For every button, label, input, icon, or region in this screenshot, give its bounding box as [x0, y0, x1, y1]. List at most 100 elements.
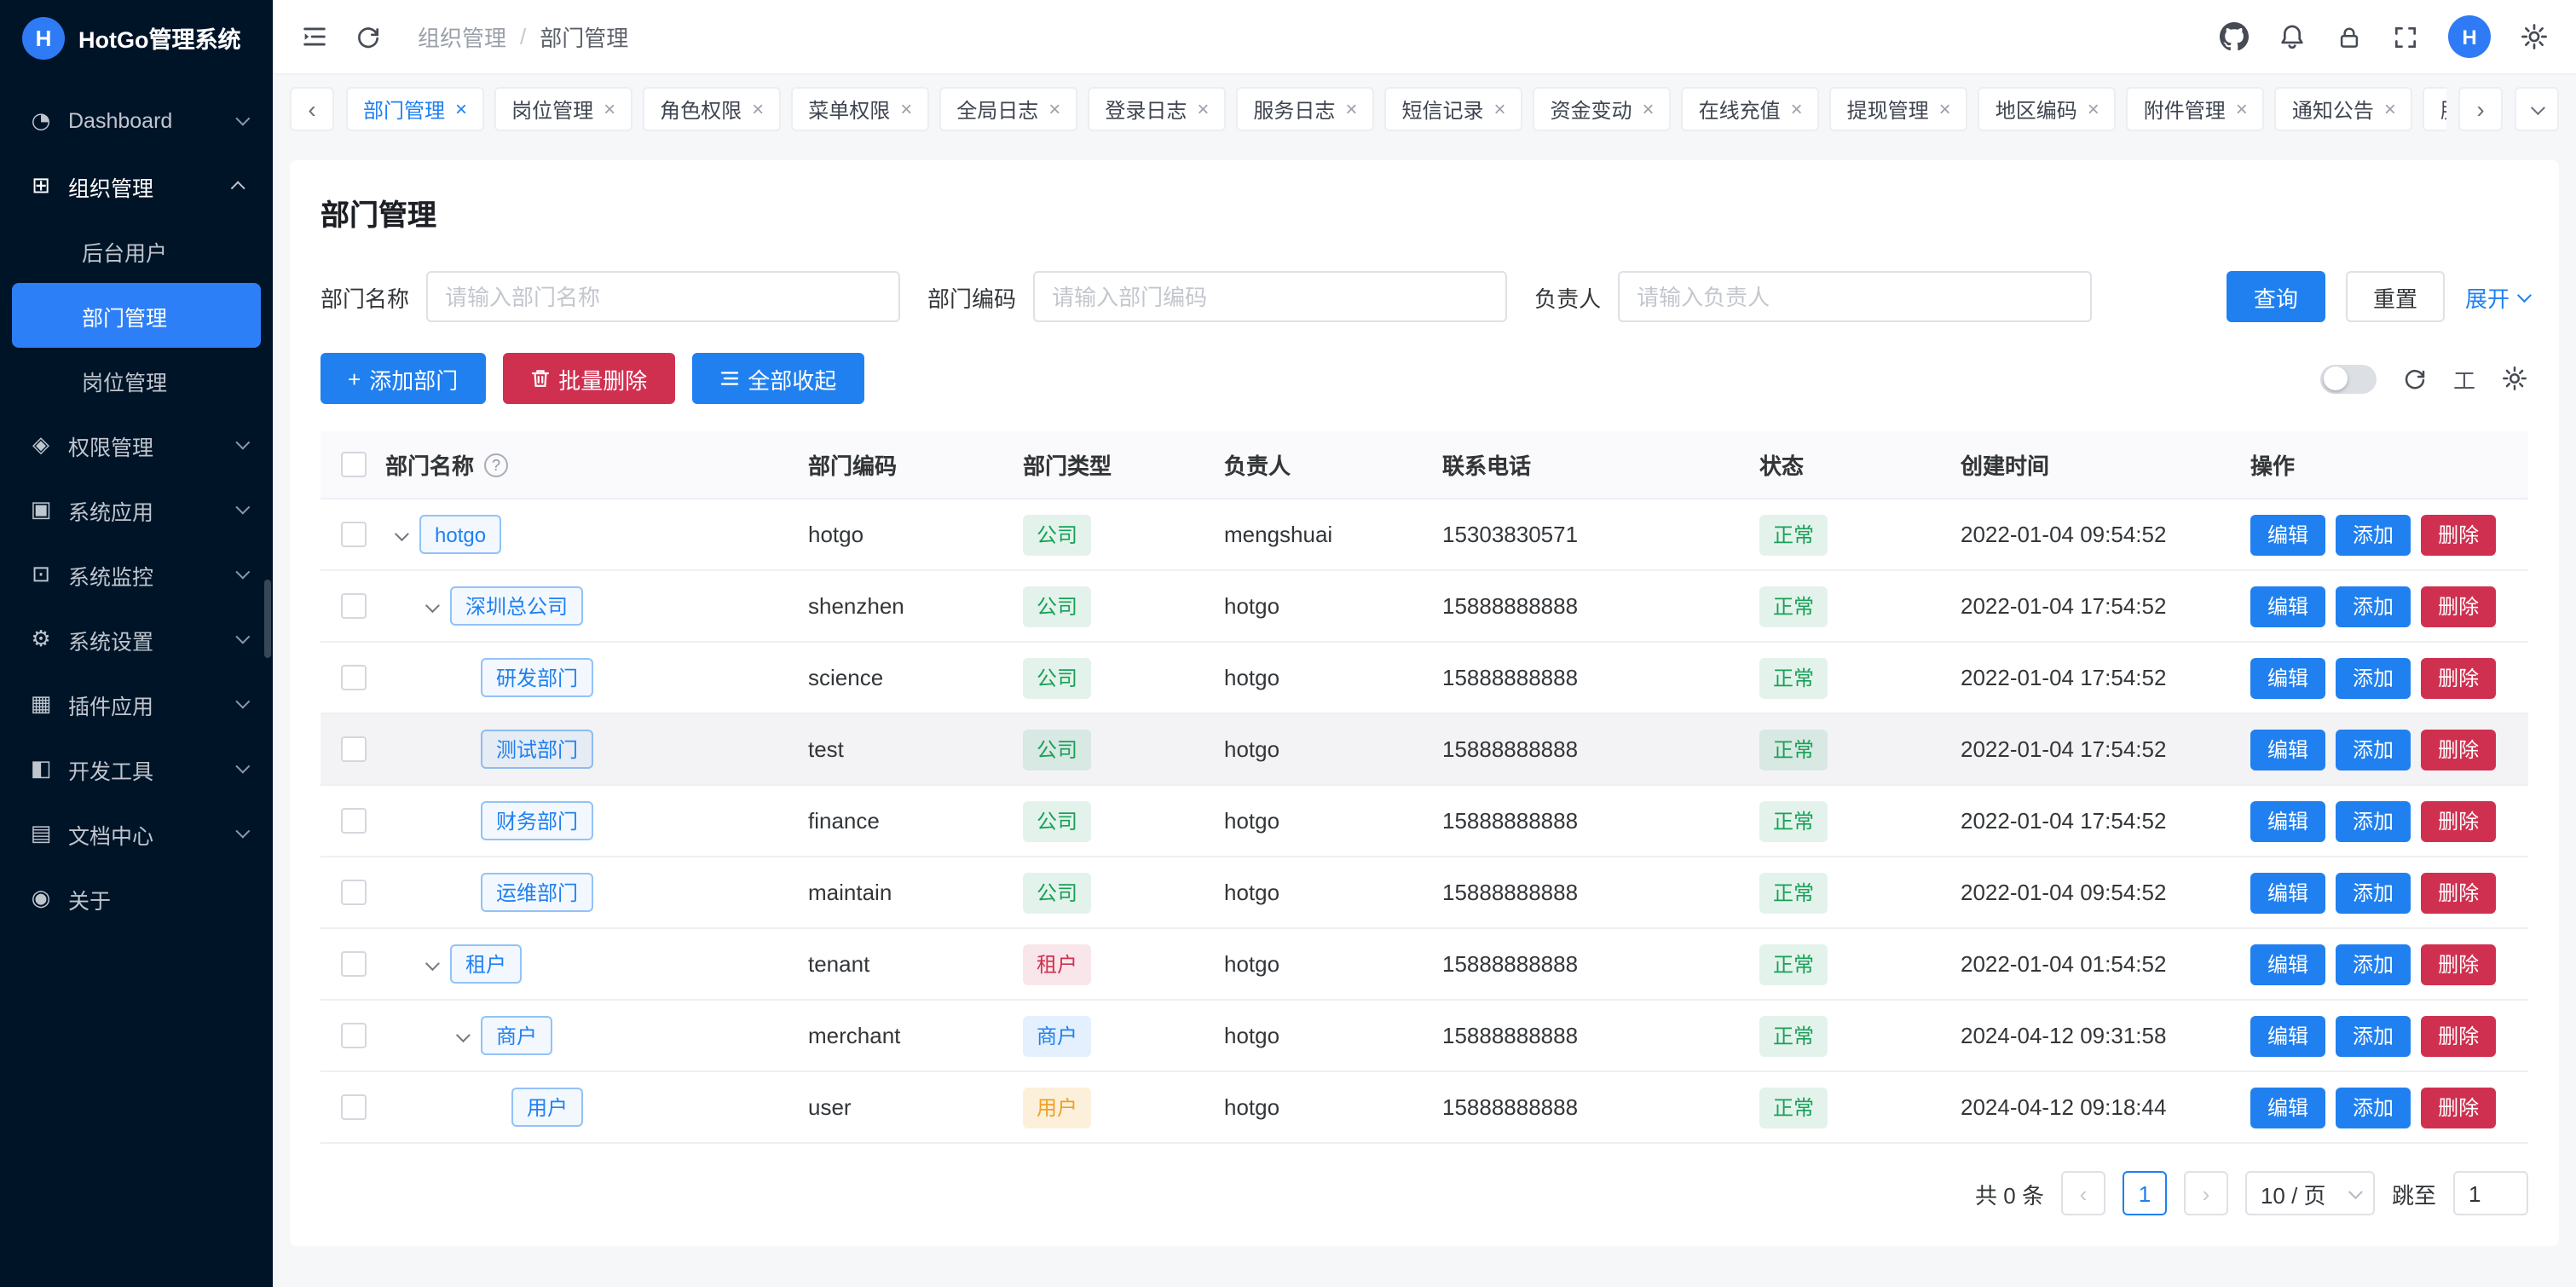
- jump-page-input[interactable]: [2453, 1171, 2528, 1215]
- search-input[interactable]: [1033, 271, 1507, 322]
- add-button[interactable]: 添加: [2336, 729, 2411, 770]
- tab-close-icon[interactable]: ×: [1939, 99, 1951, 119]
- sidebar-item[interactable]: 岗位管理: [0, 348, 273, 413]
- tab[interactable]: 提现管理 ×: [1830, 87, 1968, 131]
- expand-arrow-icon[interactable]: [416, 959, 447, 969]
- tab-close-icon[interactable]: ×: [1493, 99, 1505, 119]
- sidebar-item[interactable]: ◉ 关于: [0, 866, 273, 931]
- tab-close-icon[interactable]: ×: [2384, 99, 2396, 119]
- sidebar-item[interactable]: 部门管理: [12, 283, 261, 348]
- row-checkbox[interactable]: [340, 1094, 366, 1120]
- search-input[interactable]: [426, 271, 900, 322]
- tab[interactable]: 登录日志 ×: [1088, 87, 1226, 131]
- edit-button[interactable]: 编辑: [2250, 944, 2325, 984]
- tab[interactable]: 服务日志 ×: [1236, 87, 1374, 131]
- department-name-tag[interactable]: 财务部门: [481, 801, 593, 840]
- sidebar-scrollbar[interactable]: [264, 580, 271, 658]
- sidebar-item[interactable]: ▦ 插件应用: [0, 672, 273, 736]
- tab-close-icon[interactable]: ×: [2236, 99, 2248, 119]
- striped-rows-icon[interactable]: 工: [2453, 362, 2475, 395]
- bell-icon[interactable]: [2278, 22, 2307, 51]
- refresh-icon[interactable]: [355, 23, 382, 50]
- department-name-tag[interactable]: 租户: [450, 944, 522, 984]
- tabs-dropdown-button[interactable]: [2515, 87, 2559, 131]
- sidebar-item[interactable]: ⚙ 系统设置: [0, 607, 273, 672]
- sidebar-item[interactable]: ▤ 文档中心: [0, 801, 273, 866]
- sidebar-item[interactable]: ◈ 权限管理: [0, 413, 273, 477]
- tab-close-icon[interactable]: ×: [1791, 99, 1803, 119]
- tab[interactable]: 通知公告 ×: [2275, 87, 2413, 131]
- menu-fold-icon[interactable]: [300, 22, 329, 51]
- row-checkbox[interactable]: [340, 736, 366, 762]
- delete-button[interactable]: 删除: [2421, 872, 2496, 913]
- row-checkbox[interactable]: [340, 880, 366, 905]
- edit-button[interactable]: 编辑: [2250, 872, 2325, 913]
- avatar[interactable]: H: [2448, 15, 2491, 58]
- lock-icon[interactable]: [2336, 23, 2363, 50]
- sidebar-item[interactable]: ▣ 系统应用: [0, 477, 273, 542]
- tab-close-icon[interactable]: ×: [2088, 99, 2099, 119]
- add-button[interactable]: 添加: [2336, 1087, 2411, 1128]
- edit-button[interactable]: 编辑: [2250, 1015, 2325, 1056]
- sidebar-item[interactable]: ⊡ 系统监控: [0, 542, 273, 607]
- add-button[interactable]: 添加: [2336, 514, 2411, 555]
- search-input[interactable]: [1618, 271, 2092, 322]
- department-name-tag[interactable]: 运维部门: [481, 873, 593, 912]
- add-button[interactable]: 添加: [2336, 586, 2411, 626]
- expand-button[interactable]: 展开: [2465, 271, 2528, 322]
- edit-button[interactable]: 编辑: [2250, 729, 2325, 770]
- tab-close-icon[interactable]: ×: [752, 99, 764, 119]
- tab[interactable]: 岗位管理 ×: [494, 87, 632, 131]
- edit-button[interactable]: 编辑: [2250, 657, 2325, 698]
- tab-close-icon[interactable]: ×: [1197, 99, 1209, 119]
- tab[interactable]: 附件管理 ×: [2127, 87, 2265, 131]
- edit-button[interactable]: 编辑: [2250, 800, 2325, 841]
- table-toggle-switch[interactable]: [2320, 364, 2377, 393]
- edit-button[interactable]: 编辑: [2250, 514, 2325, 555]
- add-button[interactable]: 添加: [2336, 872, 2411, 913]
- tab[interactable]: 角色权限 ×: [643, 87, 781, 131]
- department-name-tag[interactable]: 深圳总公司: [450, 586, 583, 626]
- add-button[interactable]: 添加: [2336, 1015, 2411, 1056]
- query-button[interactable]: 查询: [2227, 271, 2325, 322]
- github-icon[interactable]: [2220, 22, 2249, 51]
- delete-button[interactable]: 删除: [2421, 729, 2496, 770]
- add-button[interactable]: 添加: [2336, 944, 2411, 984]
- pagination-prev-button[interactable]: ‹: [2061, 1171, 2105, 1215]
- sidebar-item[interactable]: ⊞ 组织管理: [0, 153, 273, 218]
- tab[interactable]: 地区编码 ×: [1978, 87, 2117, 131]
- expand-arrow-icon[interactable]: [447, 1030, 477, 1041]
- tab-close-icon[interactable]: ×: [604, 99, 615, 119]
- expand-arrow-icon[interactable]: [416, 601, 447, 611]
- settings-gear-icon[interactable]: [2520, 22, 2549, 51]
- table-settings-gear-icon[interactable]: [2501, 365, 2528, 392]
- sidebar-item[interactable]: 后台用户: [0, 218, 273, 283]
- help-icon[interactable]: ?: [484, 453, 508, 476]
- tab-close-icon[interactable]: ×: [1048, 99, 1060, 119]
- page-size-select[interactable]: 10 / 页: [2245, 1171, 2375, 1215]
- add-button[interactable]: 添加: [2336, 657, 2411, 698]
- department-name-tag[interactable]: 用户: [511, 1088, 583, 1127]
- breadcrumb-parent[interactable]: 组织管理: [418, 20, 506, 53]
- pagination-page-1[interactable]: 1: [2123, 1171, 2167, 1215]
- edit-button[interactable]: 编辑: [2250, 1087, 2325, 1128]
- add-button[interactable]: 添加: [2336, 800, 2411, 841]
- delete-button[interactable]: 删除: [2421, 944, 2496, 984]
- delete-button[interactable]: 删除: [2421, 1015, 2496, 1056]
- row-checkbox[interactable]: [340, 1023, 366, 1048]
- tab[interactable]: 全局日志 ×: [939, 87, 1077, 131]
- tab[interactable]: 部门管理 ×: [346, 87, 484, 131]
- expand-arrow-icon[interactable]: [385, 529, 416, 540]
- delete-button[interactable]: 删除: [2421, 800, 2496, 841]
- sidebar-item[interactable]: ◧ 开发工具: [0, 736, 273, 801]
- sidebar-item[interactable]: ◔ Dashboard: [0, 89, 273, 153]
- row-checkbox[interactable]: [340, 593, 366, 619]
- department-name-tag[interactable]: hotgo: [419, 515, 501, 554]
- table-refresh-icon[interactable]: [2402, 366, 2428, 391]
- collapse-all-button[interactable]: 全部收起: [691, 353, 863, 404]
- tab[interactable]: 在线充值 ×: [1682, 87, 1820, 131]
- tabs-scroll-left-button[interactable]: ‹: [290, 87, 334, 131]
- delete-button[interactable]: 删除: [2421, 1087, 2496, 1128]
- tab[interactable]: 短信记录 ×: [1384, 87, 1522, 131]
- tab-close-icon[interactable]: ×: [455, 99, 467, 119]
